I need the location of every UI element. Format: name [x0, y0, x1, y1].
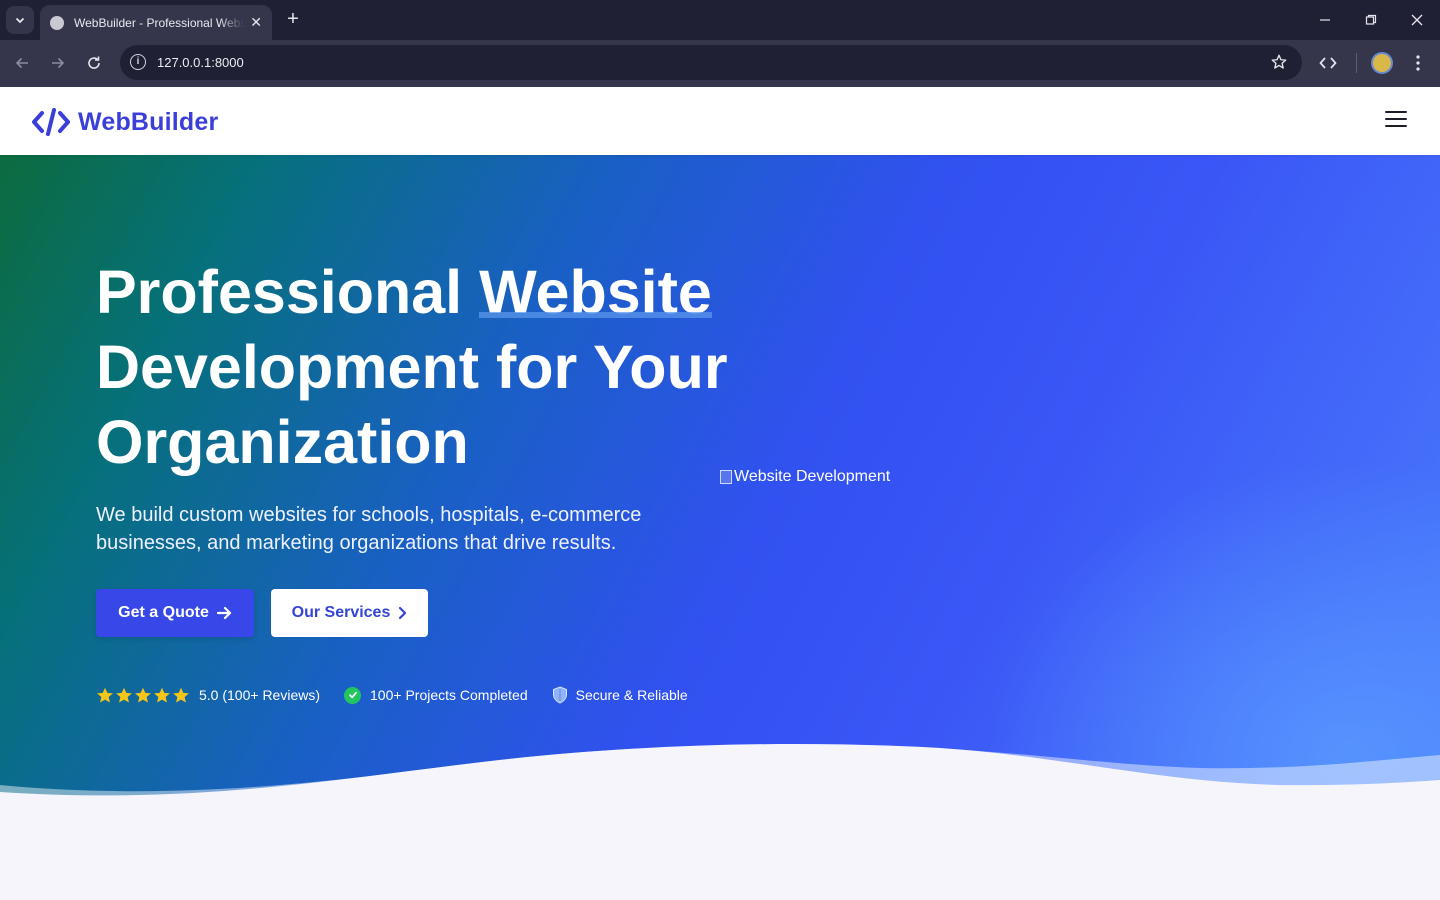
hero-wave-divider: [0, 744, 1440, 900]
chevron-right-icon: [398, 606, 407, 620]
minimize-button[interactable]: [1313, 8, 1337, 32]
rating-text: 5.0 (100+ Reviews): [199, 687, 321, 703]
toolbar-divider: [1356, 53, 1357, 73]
bookmark-star-icon[interactable]: [1270, 53, 1288, 76]
hero-title-highlight: Website: [479, 255, 712, 330]
hero-title: Professional Website Development for You…: [96, 255, 796, 480]
hero-section: Professional Website Development for You…: [0, 155, 1440, 900]
chevron-down-icon: [15, 17, 25, 24]
star-icon: [135, 687, 151, 703]
code-icon: [1319, 57, 1337, 69]
rating-item: 5.0 (100+ Reviews): [96, 687, 320, 704]
check-circle-icon: [344, 686, 362, 704]
hero-title-part1: Professional: [96, 258, 480, 326]
back-button[interactable]: [9, 50, 35, 76]
star-icon: [173, 687, 189, 703]
browser-tab[interactable]: WebBuilder - Professional Website Develo…: [40, 5, 272, 40]
get-quote-button[interactable]: Get a Quote: [96, 589, 254, 637]
star-icon: [97, 687, 113, 703]
devtools-button[interactable]: [1315, 50, 1341, 76]
hamburger-menu-icon[interactable]: [1385, 111, 1407, 129]
star-icon: [154, 687, 170, 703]
projects-text: 100+ Projects Completed: [370, 687, 528, 703]
hero-subtitle: We build custom websites for schools, ho…: [96, 504, 642, 554]
our-services-button[interactable]: Our Services: [271, 589, 428, 637]
more-vertical-icon: [1416, 55, 1420, 71]
close-icon: [1411, 14, 1423, 26]
restore-button[interactable]: [1359, 8, 1383, 32]
code-logo-icon: [32, 108, 70, 136]
browser-toolbar: i 127.0.0.1:8000: [0, 40, 1440, 87]
hero-title-part2: Development for Your Organization: [96, 333, 728, 476]
close-tab-icon[interactable]: ✕: [250, 14, 262, 30]
projects-item: 100+ Projects Completed: [344, 686, 528, 704]
arrow-right-icon: [52, 57, 65, 69]
tab-title: WebBuilder - Professional Website Develo…: [74, 15, 244, 30]
profile-avatar[interactable]: [1371, 52, 1393, 74]
our-services-label: Our Services: [291, 604, 391, 621]
trust-indicators: 5.0 (100+ Reviews) 100+ Projects Complet…: [96, 686, 712, 704]
address-bar[interactable]: i 127.0.0.1:8000: [120, 45, 1302, 80]
new-tab-button[interactable]: +: [282, 8, 304, 32]
rating-stars: [96, 687, 191, 704]
minimize-icon: [1320, 19, 1330, 21]
shield-icon: [552, 686, 568, 704]
reload-icon: [88, 56, 100, 69]
globe-icon: [50, 15, 64, 30]
hero-image-alt: Website Development: [734, 468, 891, 485]
browser-tab-bar: WebBuilder - Professional Website Develo…: [0, 0, 1440, 40]
star-icon: [116, 687, 132, 703]
forward-button[interactable]: [45, 50, 71, 76]
logo-text: WebBuilder: [78, 107, 219, 136]
site-header: WebBuilder: [0, 87, 1440, 155]
url-text: 127.0.0.1:8000: [157, 55, 244, 70]
arrow-left-icon: [15, 57, 28, 69]
get-quote-label: Get a Quote: [118, 604, 209, 621]
web-page: WebBuilder Professional Website Developm…: [0, 87, 1440, 900]
site-info-icon[interactable]: i: [130, 54, 146, 70]
hero-image: Website Development: [720, 468, 890, 486]
broken-image-icon: [720, 470, 732, 484]
restore-icon: [1365, 14, 1377, 25]
secure-text: Secure & Reliable: [575, 687, 688, 703]
browser-menu-button[interactable]: [1405, 50, 1431, 76]
logo-link[interactable]: WebBuilder: [32, 107, 218, 137]
close-window-button[interactable]: [1405, 8, 1429, 32]
arrow-right-icon: [216, 606, 232, 620]
secure-item: Secure & Reliable: [552, 686, 688, 704]
tab-search-button[interactable]: [6, 6, 34, 34]
reload-button[interactable]: [81, 50, 107, 76]
